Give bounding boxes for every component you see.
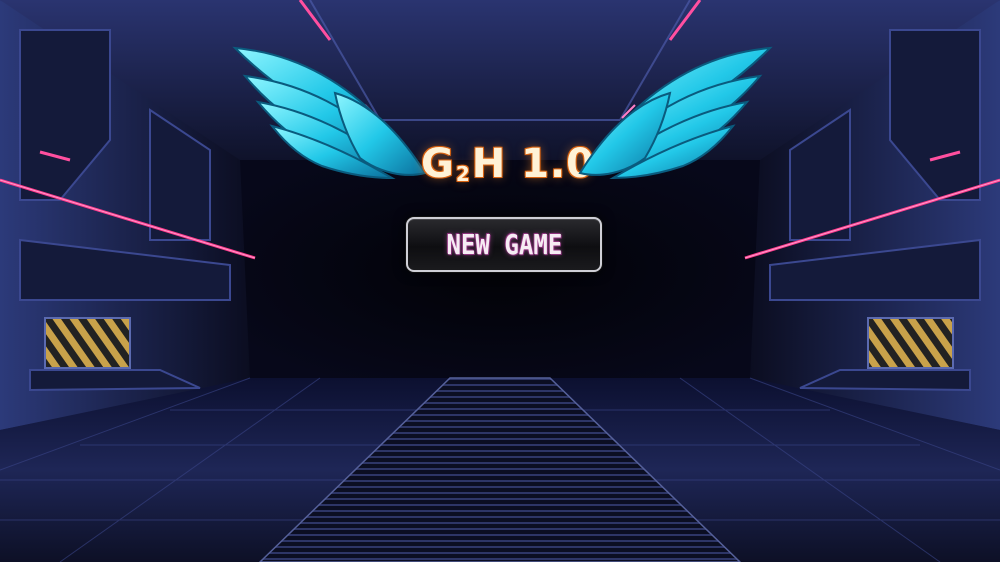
title-letter-g: G: [420, 141, 455, 187]
title-subscript: 2: [455, 162, 471, 186]
new-game-button[interactable]: NEW GAME: [406, 217, 602, 272]
main-menu-screen: G2H 1.0 NEW GAME: [0, 0, 1000, 562]
right-wing-icon: [578, 46, 773, 180]
game-title: G2H 1.0: [420, 138, 596, 200]
new-game-label: NEW GAME: [446, 228, 562, 261]
game-logo: G2H 1.0: [230, 38, 775, 188]
left-wing-icon: [232, 46, 427, 180]
